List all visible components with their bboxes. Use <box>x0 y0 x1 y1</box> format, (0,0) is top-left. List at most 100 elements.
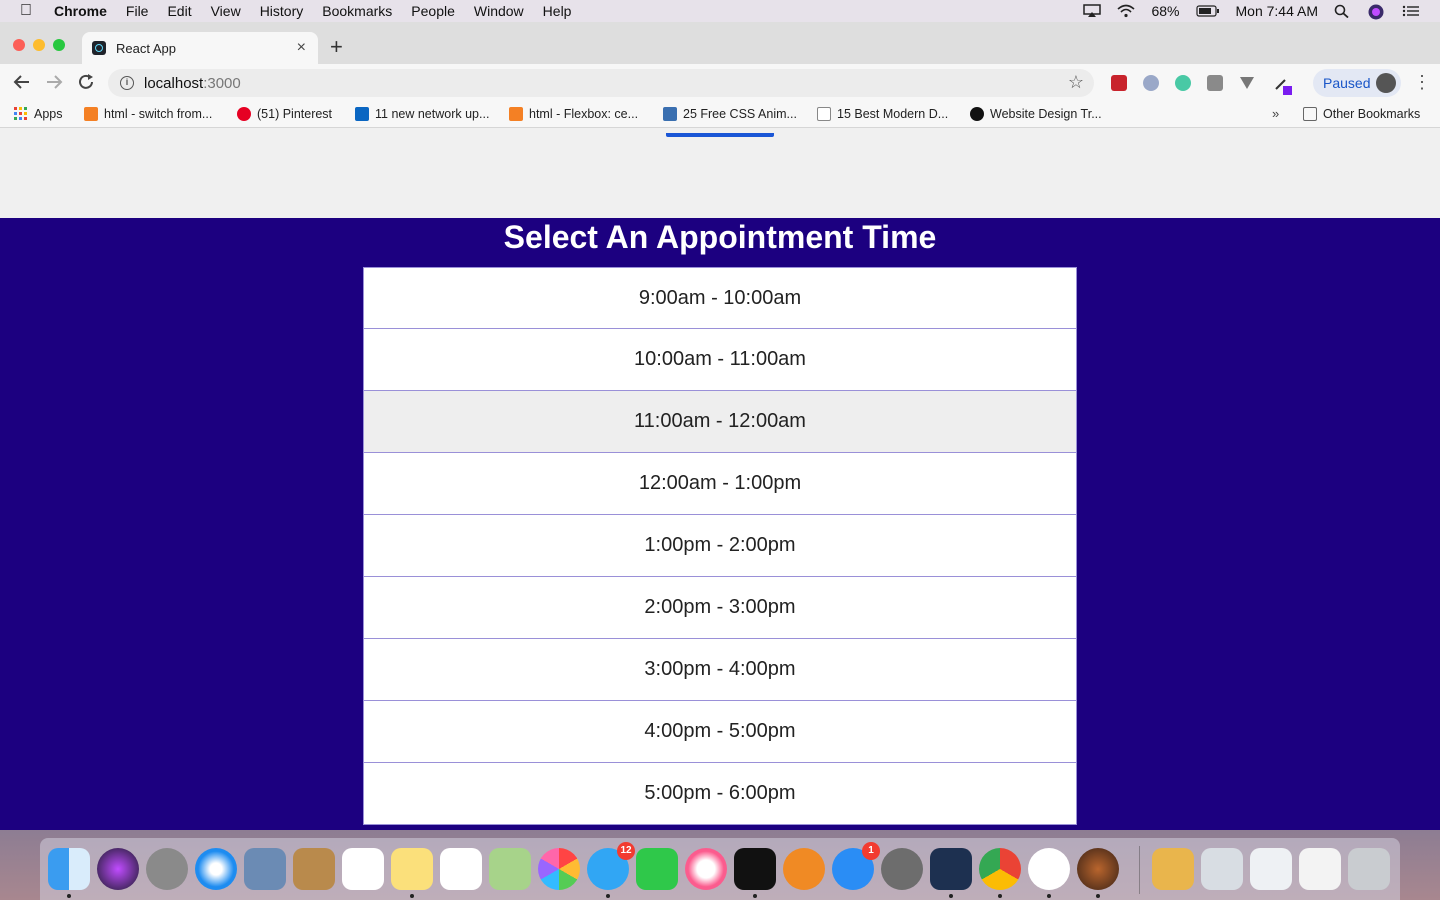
menu-edit[interactable]: Edit <box>167 3 191 19</box>
bookmark-html-switch[interactable]: html - switch from... <box>84 107 212 121</box>
apple-menu-icon[interactable]:  <box>20 0 40 22</box>
eyedropper-extension-icon[interactable] <box>1273 75 1292 95</box>
vscode-icon[interactable] <box>930 848 972 890</box>
time-slot-button[interactable]: 2:00pm - 3:00pm <box>363 577 1077 639</box>
notification-center-icon[interactable] <box>1402 4 1420 18</box>
menu-history[interactable]: History <box>260 3 304 19</box>
document-stack-icon[interactable] <box>1250 848 1292 890</box>
extension-red-icon[interactable] <box>1111 75 1127 91</box>
reload-icon[interactable] <box>76 72 96 96</box>
bookmark-other-folder[interactable]: Other Bookmarks <box>1303 107 1420 121</box>
tab-react-app[interactable]: React App × <box>82 32 318 64</box>
time-slot-button[interactable]: 11:00am - 12:00am <box>363 391 1077 453</box>
terminal-icon[interactable] <box>734 848 776 890</box>
chrome-tab-strip: React App × + <box>0 22 1440 64</box>
battery-percent: 68% <box>1151 3 1180 19</box>
menu-file[interactable]: File <box>126 3 149 19</box>
bookmark-label: 25 Free CSS Anim... <box>683 107 797 121</box>
time-slot-button[interactable]: 3:00pm - 4:00pm <box>363 639 1077 701</box>
new-tab-button[interactable]: + <box>330 34 343 60</box>
time-slot-button[interactable]: 1:00pm - 2:00pm <box>363 515 1077 577</box>
chrome-dock-icon[interactable] <box>979 848 1021 890</box>
launchpad-icon[interactable] <box>146 848 188 890</box>
macos-menu-bar:  Chrome File Edit View History Bookmark… <box>0 0 1440 22</box>
mongodb-compass-icon[interactable] <box>1028 848 1070 890</box>
running-indicator <box>949 894 953 898</box>
siri-icon[interactable] <box>1368 4 1386 20</box>
menu-people[interactable]: People <box>411 3 455 19</box>
downloads-stack-icon[interactable] <box>1299 848 1341 890</box>
maps-icon[interactable] <box>489 848 531 890</box>
running-indicator <box>1047 894 1051 898</box>
trash-icon[interactable] <box>1348 848 1390 890</box>
finder-icon[interactable] <box>48 848 90 890</box>
books-icon[interactable] <box>783 848 825 890</box>
menu-app-name[interactable]: Chrome <box>54 3 107 19</box>
itunes-icon[interactable] <box>685 848 727 890</box>
calendar-icon[interactable] <box>342 848 384 890</box>
folder-icon <box>1303 107 1317 121</box>
time-slot-button[interactable]: 9:00am - 10:00am <box>363 267 1077 329</box>
linkedin-icon <box>355 107 369 121</box>
facetime-icon[interactable] <box>636 848 678 890</box>
profile-paused-button[interactable]: Paused <box>1313 69 1401 97</box>
reminders-icon[interactable] <box>440 848 482 890</box>
menu-window[interactable]: Window <box>474 3 524 19</box>
contacts-icon[interactable] <box>293 848 335 890</box>
running-indicator <box>67 894 71 898</box>
bookmark-best-modern[interactable]: 15 Best Modern D... <box>817 107 948 121</box>
mail-icon[interactable] <box>244 848 286 890</box>
extension-green-circle-icon[interactable] <box>1175 75 1191 91</box>
vue-devtools-icon[interactable] <box>1239 75 1255 91</box>
back-icon[interactable] <box>12 72 32 96</box>
archive-utility-icon[interactable] <box>1152 848 1194 890</box>
site-info-icon[interactable]: i <box>120 76 134 90</box>
time-slot-button[interactable]: 5:00pm - 6:00pm <box>363 763 1077 825</box>
bookmark-website-design[interactable]: Website Design Tr... <box>970 107 1102 121</box>
stackoverflow-icon <box>509 107 523 121</box>
page-icon <box>817 107 831 121</box>
window-zoom-icon[interactable] <box>53 39 65 51</box>
active-nav-indicator <box>666 133 774 137</box>
photos-icon[interactable] <box>538 848 580 890</box>
bookmark-html-flexbox[interactable]: html - Flexbox: ce... <box>509 107 638 121</box>
siri-dock-icon[interactable] <box>97 848 139 890</box>
window-minimize-icon[interactable] <box>33 39 45 51</box>
bookmark-linkedin[interactable]: 11 new network up... <box>355 107 489 121</box>
system-preferences-icon[interactable] <box>881 848 923 890</box>
airplay-icon[interactable] <box>1083 4 1102 18</box>
spotlight-search-icon[interactable] <box>1334 4 1352 19</box>
screen-preview-icon[interactable] <box>1201 848 1243 890</box>
wifi-icon[interactable] <box>1117 4 1135 18</box>
menu-help[interactable]: Help <box>543 3 572 19</box>
extension-blue-circle-icon[interactable] <box>1143 75 1159 91</box>
tab-close-icon[interactable]: × <box>297 39 306 57</box>
time-slot-button[interactable]: 4:00pm - 5:00pm <box>363 701 1077 763</box>
menu-bookmarks[interactable]: Bookmarks <box>322 3 392 19</box>
menubar-clock[interactable]: Mon 7:44 AM <box>1236 3 1319 19</box>
menu-view[interactable]: View <box>211 3 241 19</box>
bookmark-star-icon[interactable]: ☆ <box>1068 72 1084 93</box>
dev-tool-flask-icon[interactable] <box>1077 848 1119 890</box>
bookmark-label: 11 new network up... <box>375 107 490 121</box>
battery-icon[interactable] <box>1195 4 1220 18</box>
bookmark-pinterest[interactable]: (51) Pinterest <box>237 107 332 121</box>
bookmark-label: (51) Pinterest <box>257 107 333 121</box>
notes-icon[interactable] <box>391 848 433 890</box>
chrome-toolbar: i localhost :3000 ☆ Paused ⋮ <box>0 64 1440 102</box>
bookmark-css-animations[interactable]: 25 Free CSS Anim... <box>663 107 797 121</box>
forward-icon[interactable] <box>44 72 64 96</box>
time-slot-button[interactable]: 10:00am - 11:00am <box>363 329 1077 391</box>
bookmarks-overflow-button[interactable]: » <box>1272 106 1279 121</box>
app-store-badge: 1 <box>862 842 880 860</box>
address-bar[interactable]: i localhost :3000 ☆ <box>108 69 1094 97</box>
safari-icon[interactable] <box>195 848 237 890</box>
running-indicator <box>1096 894 1100 898</box>
url-port: :3000 <box>203 74 241 92</box>
running-indicator <box>998 894 1002 898</box>
chrome-menu-icon[interactable]: ⋮ <box>1413 72 1431 93</box>
bookmark-apps[interactable]: Apps <box>14 107 63 121</box>
window-close-icon[interactable] <box>13 39 25 51</box>
camera-extension-icon[interactable] <box>1207 75 1223 91</box>
time-slot-button[interactable]: 12:00am - 1:00pm <box>363 453 1077 515</box>
